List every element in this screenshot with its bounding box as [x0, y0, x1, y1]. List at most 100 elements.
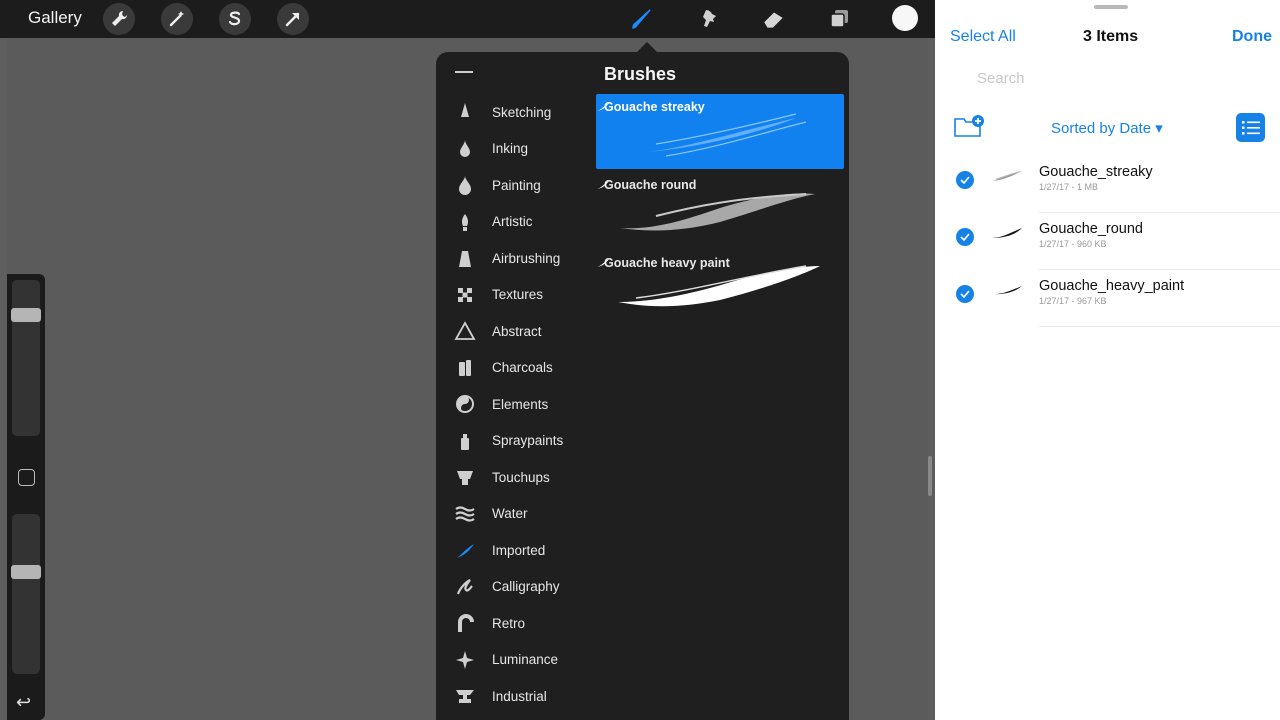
- brush-item[interactable]: Gouache heavy paint: [596, 250, 844, 325]
- eraser-icon[interactable]: [758, 3, 790, 35]
- brush-category-abstract[interactable]: Abstract: [436, 315, 596, 347]
- brush-category-label: Painting: [492, 177, 541, 193]
- opacity-thumb[interactable]: [11, 565, 41, 579]
- checkmark-icon[interactable]: [956, 228, 974, 246]
- spray-can-icon: [454, 430, 476, 452]
- brush-category-label: Touchups: [492, 469, 550, 485]
- brush-category-label: Calligraphy: [492, 579, 560, 594]
- brush-category-label: Artistic: [492, 214, 533, 229]
- brush-category-touchups[interactable]: Touchups: [436, 461, 596, 493]
- opacity-slider[interactable]: [11, 514, 41, 674]
- smudge-icon[interactable]: [692, 3, 724, 35]
- brush-size-slider[interactable]: [11, 280, 41, 436]
- brush-category-artistic[interactable]: Artistic: [436, 206, 596, 238]
- file-thumbnail: [992, 171, 1022, 181]
- brush-category-label: Water: [492, 506, 528, 521]
- list-view-icon[interactable]: [1236, 113, 1265, 142]
- brush-category-charcoals[interactable]: Charcoals: [436, 352, 596, 384]
- selection-s-icon[interactable]: [219, 3, 251, 35]
- sort-label: Sorted by Date: [1051, 120, 1152, 137]
- magic-wand-icon[interactable]: [161, 3, 193, 35]
- brush-item[interactable]: Gouache round: [596, 172, 844, 247]
- sort-dropdown[interactable]: Sorted by Date ▾: [1051, 119, 1163, 137]
- select-all-button[interactable]: Select All: [950, 28, 1016, 46]
- brush-name: Gouache streaky: [604, 100, 705, 114]
- brush-item[interactable]: Gouache streaky: [596, 94, 844, 169]
- brush-category-airbrushing[interactable]: Airbrushing: [436, 242, 596, 274]
- brush-category-elements[interactable]: Elements: [436, 388, 596, 420]
- brush-category-label: Sketching: [492, 104, 552, 120]
- left-sidebar: ↩: [7, 274, 45, 720]
- files-title: 3 Items: [1083, 28, 1139, 45]
- search-bar: [950, 64, 1270, 98]
- charcoal-icon: [454, 357, 476, 379]
- undo-icon[interactable]: ↩: [16, 692, 31, 713]
- sparkle-icon: [454, 649, 476, 671]
- modify-button[interactable]: [18, 469, 35, 486]
- wrench-icon[interactable]: [103, 3, 135, 35]
- layers-icon[interactable]: [823, 3, 855, 35]
- touchup-icon: [454, 466, 476, 488]
- ink-drop-icon: [454, 138, 476, 160]
- waves-icon: [454, 503, 476, 525]
- gallery-button[interactable]: Gallery: [28, 8, 82, 28]
- done-button[interactable]: Done: [1232, 28, 1272, 46]
- file-row[interactable]: Gouache_round 1/27/17 - 960 KB: [935, 214, 1280, 270]
- brush-library-panel: Brushes Sketching Inking Painting Artistic A…: [436, 52, 849, 720]
- brush-size-thumb[interactable]: [11, 308, 41, 322]
- imported-stroke-icon: [597, 259, 609, 267]
- brush-category-sketching[interactable]: Sketching: [436, 96, 596, 128]
- brush-icon[interactable]: [626, 3, 658, 35]
- brush-category-textures[interactable]: Textures: [436, 279, 596, 311]
- split-view-handle[interactable]: [928, 456, 932, 496]
- file-row[interactable]: Gouache_heavy_paint 1/27/17 - 967 KB: [935, 271, 1280, 327]
- checkmark-icon[interactable]: [956, 285, 974, 303]
- brush-category-inking[interactable]: Inking: [436, 133, 596, 165]
- airbrush-icon: [454, 247, 476, 269]
- transform-arrow-icon[interactable]: [277, 3, 309, 35]
- panel-pointer: [637, 42, 657, 52]
- stroke-icon: [454, 539, 476, 561]
- brush-category-retro[interactable]: Retro: [436, 607, 596, 639]
- brush-category-imported[interactable]: Imported: [436, 534, 596, 566]
- row-divider: [1039, 212, 1280, 213]
- brush-category-label: Spraypaints: [492, 433, 564, 448]
- search-input[interactable]: [977, 70, 1257, 87]
- brush-name: Gouache heavy paint: [604, 256, 730, 270]
- brush-tip-icon: [454, 211, 476, 233]
- pencil-tip-icon: [454, 101, 476, 123]
- anvil-icon: [454, 685, 476, 707]
- file-name: Gouache_heavy_paint: [1039, 278, 1185, 294]
- brush-category-water[interactable]: Water: [436, 498, 596, 530]
- file-name: Gouache_streaky: [1039, 164, 1153, 180]
- files-panel: Select All 3 Items Done Sorted by Date ▾…: [935, 0, 1280, 720]
- brush-category-label: Inking: [492, 141, 529, 156]
- color-picker-swatch[interactable]: [892, 5, 918, 31]
- brush-category-painting[interactable]: Painting: [436, 169, 596, 201]
- brush-category-industrial[interactable]: Industrial: [436, 680, 596, 712]
- brush-category-label: Imported: [492, 542, 546, 558]
- paint-drop-icon: [454, 174, 476, 196]
- brush-category-label: Elements: [492, 396, 549, 412]
- checker-icon: [454, 284, 476, 306]
- collapse-icon[interactable]: [455, 71, 473, 73]
- brush-name: Gouache round: [604, 178, 697, 192]
- top-toolbar: Gallery: [0, 0, 935, 38]
- imported-stroke-icon: [597, 181, 609, 189]
- imported-stroke-icon: [597, 103, 609, 111]
- row-divider: [1039, 269, 1280, 270]
- checkmark-icon[interactable]: [956, 171, 974, 189]
- brush-category-label: Retro: [492, 615, 526, 631]
- file-name: Gouache_round: [1039, 221, 1143, 237]
- brush-category-label: Luminance: [492, 652, 559, 667]
- sheet-grabber[interactable]: [1094, 5, 1128, 9]
- file-thumbnail: [992, 286, 1022, 295]
- brush-category-spraypaints[interactable]: Spraypaints: [436, 425, 596, 457]
- new-folder-icon[interactable]: [953, 113, 985, 144]
- file-meta: 1/27/17 - 967 KB: [1039, 296, 1107, 306]
- brush-category-luminance[interactable]: Luminance: [436, 644, 596, 676]
- row-divider: [1039, 326, 1280, 327]
- panel-title: Brushes: [604, 64, 677, 84]
- brush-category-calligraphy[interactable]: Calligraphy: [436, 571, 596, 603]
- file-row[interactable]: Gouache_streaky 1/27/17 - 1 MB: [935, 157, 1280, 213]
